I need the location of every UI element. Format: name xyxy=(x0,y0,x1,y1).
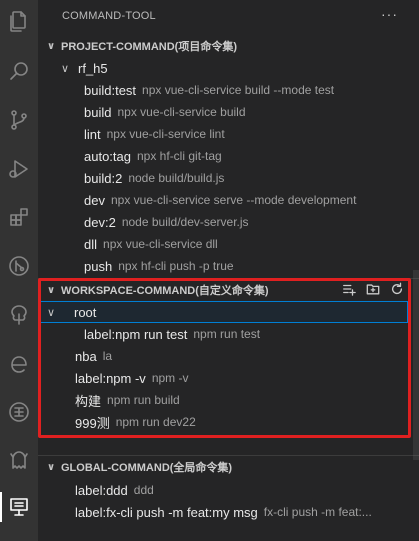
project-section-header[interactable]: ∨ PROJECT-COMMAND(项目命令集) xyxy=(38,35,419,57)
search-icon[interactable] xyxy=(0,52,38,90)
remote-explorer-icon[interactable] xyxy=(0,488,38,526)
scrollbar-thumb[interactable] xyxy=(413,270,419,460)
sidebar: COMMAND-TOOL ··· ∨ PROJECT-COMMAND(项目命令集… xyxy=(38,0,419,541)
sidebar-title: COMMAND-TOOL xyxy=(62,10,156,22)
mascot-icon[interactable] xyxy=(0,441,38,479)
chevron-down-icon: ∨ xyxy=(46,461,56,473)
list-item[interactable]: build:test npx vue-cli-service build --mo… xyxy=(38,79,410,101)
refresh-icon[interactable] xyxy=(389,281,405,297)
list-item[interactable]: lint npx vue-cli-service lint xyxy=(38,123,410,145)
chevron-down-icon: ∨ xyxy=(46,40,56,52)
workspace-section-title: WORKSPACE-COMMAND(自定义命令集) xyxy=(61,285,269,297)
list-item[interactable]: 999测 npm run dev22 xyxy=(38,411,410,433)
list-item[interactable]: 构建 npm run build xyxy=(38,389,410,411)
workspace-actions xyxy=(341,281,405,297)
extensions-icon[interactable] xyxy=(0,198,38,236)
list-item[interactable]: build npx vue-cli-service build xyxy=(38,101,410,123)
folder-label: root xyxy=(74,304,97,320)
more-actions-button[interactable]: ··· xyxy=(381,6,398,22)
files-icon[interactable] xyxy=(0,2,38,40)
list-item[interactable]: label:ddd ddd xyxy=(38,479,410,501)
list-item[interactable]: label:fx-cli push -m feat:my msg fx-cli p… xyxy=(38,501,410,523)
source-control-icon[interactable] xyxy=(0,101,38,139)
list-item[interactable]: push npx hf-cli push -p true xyxy=(38,255,410,277)
chevron-down-icon: ∨ xyxy=(60,62,70,75)
list-item[interactable]: label:npm run test npm run test xyxy=(38,323,410,345)
chevron-down-icon: ∨ xyxy=(46,306,56,319)
globe-icon[interactable] xyxy=(0,393,38,431)
folder-label: rf_h5 xyxy=(78,60,108,76)
new-folder-icon[interactable] xyxy=(365,281,381,297)
git-graph-icon[interactable] xyxy=(0,247,38,285)
list-item[interactable]: dev npx vue-cli-service serve --mode deve… xyxy=(38,189,410,211)
project-folder[interactable]: ∨ rf_h5 xyxy=(38,57,410,79)
project-section-title: PROJECT-COMMAND(项目命令集) xyxy=(61,41,237,53)
tree-icon[interactable] xyxy=(0,296,38,334)
list-item[interactable]: dll npx vue-cli-service dll xyxy=(38,233,410,255)
list-item[interactable]: auto:tag npx hf-cli git-tag xyxy=(38,145,410,167)
run-debug-icon[interactable] xyxy=(0,150,38,188)
list-item[interactable]: build:2 node build/build.js xyxy=(38,167,410,189)
global-section-header[interactable]: ∨ GLOBAL-COMMAND(全局命令集) xyxy=(38,456,419,478)
chevron-down-icon: ∨ xyxy=(46,284,56,296)
list-item[interactable]: dev:2 node build/dev-server.js xyxy=(38,211,410,233)
list-item[interactable]: nba la xyxy=(38,345,410,367)
workspace-folder-root[interactable]: ∨ root xyxy=(38,301,408,323)
list-item[interactable]: label:npm -v npm -v xyxy=(38,367,410,389)
edge-icon[interactable] xyxy=(0,345,38,383)
activity-bar xyxy=(0,0,38,541)
add-command-icon[interactable] xyxy=(341,281,357,297)
global-section-title: GLOBAL-COMMAND(全局命令集) xyxy=(61,462,233,474)
